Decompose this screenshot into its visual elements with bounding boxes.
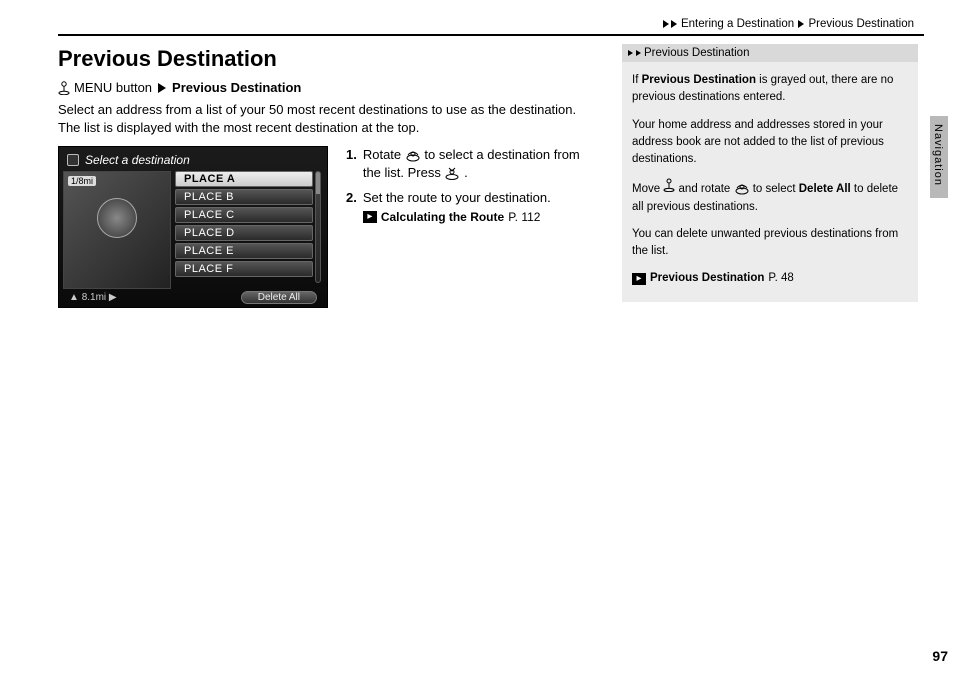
manual-page: Entering a Destination Previous Destinat… [0, 0, 954, 674]
breadcrumb-tri-icon [798, 20, 804, 28]
press-icon [444, 166, 460, 180]
intro-text: Select an address from a list of your 50… [58, 101, 598, 136]
breadcrumb-seg2: Previous Destination [809, 18, 914, 30]
joystick-icon [663, 178, 675, 192]
breadcrumb-seg1: Entering a Destination [681, 18, 794, 30]
list-item: PLACE B [175, 189, 313, 205]
step-text: Set the route to your destination. ▸ Cal… [363, 189, 551, 225]
menu-path: MENU button Previous Destination [58, 80, 598, 95]
footer-distance: ▲ 8.1mi ▶ [69, 292, 117, 303]
step-1: 1. Rotate to select a destination from t… [346, 146, 598, 181]
sidebar-p4: You can delete unwanted previous destina… [632, 226, 908, 261]
menu-dest-label: Previous Destination [172, 80, 301, 95]
reference-arrow-icon: ▸ [632, 273, 646, 285]
sidebar-p1: If Previous Destination is grayed out, t… [632, 72, 908, 107]
step-2: 2. Set the route to your destination. ▸ … [346, 189, 598, 225]
screenshot-list: PLACE A PLACE B PLACE C PLACE D PLACE E … [175, 171, 323, 289]
list-item: PLACE D [175, 225, 313, 241]
rotate-icon [405, 149, 421, 163]
sidebar-p3: Move and rotate to select Delete All to … [632, 178, 908, 216]
list-item: PLACE F [175, 261, 313, 277]
step-text: Rotate to select a destination from the … [363, 146, 598, 181]
breadcrumb-tri-icon [663, 20, 669, 28]
rotate-icon [734, 182, 750, 196]
chevron-icon [628, 50, 633, 56]
step-list: 1. Rotate to select a destination from t… [346, 146, 598, 308]
list-item: PLACE C [175, 207, 313, 223]
sidebar-header: Previous Destination [622, 44, 918, 62]
screenshot-titlebar: Select a destination [63, 151, 323, 169]
list-item: PLACE E [175, 243, 313, 259]
sidebar-p2: Your home address and addresses stored i… [632, 117, 908, 169]
reference-arrow-icon: ▸ [363, 211, 377, 223]
screenshot-map: 1/8mi [63, 171, 171, 289]
sidebar-title: Previous Destination [644, 47, 749, 59]
page-number: 97 [932, 648, 948, 664]
breadcrumb-tri-icon [671, 20, 677, 28]
compass-icon [97, 198, 137, 238]
map-scale: 1/8mi [68, 176, 96, 186]
cross-reference: ▸ Calculating the Route P. 112 [363, 209, 551, 225]
menu-button-label: MENU button [74, 80, 152, 95]
sidebar: Previous Destination If Previous Destina… [622, 44, 918, 308]
sidebar-cross-reference: ▸ Previous Destination P. 48 [632, 270, 908, 287]
scrollbar [315, 171, 321, 283]
screenshot-footer: ▲ 8.1mi ▶ Delete All [63, 289, 323, 306]
step-number: 2. [346, 189, 357, 225]
list-item: PLACE A [175, 171, 313, 187]
screenshot-title: Select a destination [85, 153, 190, 167]
main-column: Previous Destination MENU button Previou… [58, 44, 598, 308]
chevron-icon [636, 50, 641, 56]
device-screenshot: Select a destination 1/8mi PLACE A PLACE… [58, 146, 328, 308]
header-rule [58, 34, 924, 36]
section-tab-label: Navigation [932, 124, 944, 186]
sidebar-body: If Previous Destination is grayed out, t… [622, 62, 918, 302]
joystick-icon [58, 81, 70, 95]
step-number: 1. [346, 146, 357, 181]
page-title: Previous Destination [58, 46, 598, 72]
path-tri-icon [158, 83, 166, 93]
delete-all-button: Delete All [241, 291, 317, 304]
home-icon [67, 154, 79, 166]
breadcrumb: Entering a Destination Previous Destinat… [58, 18, 924, 30]
